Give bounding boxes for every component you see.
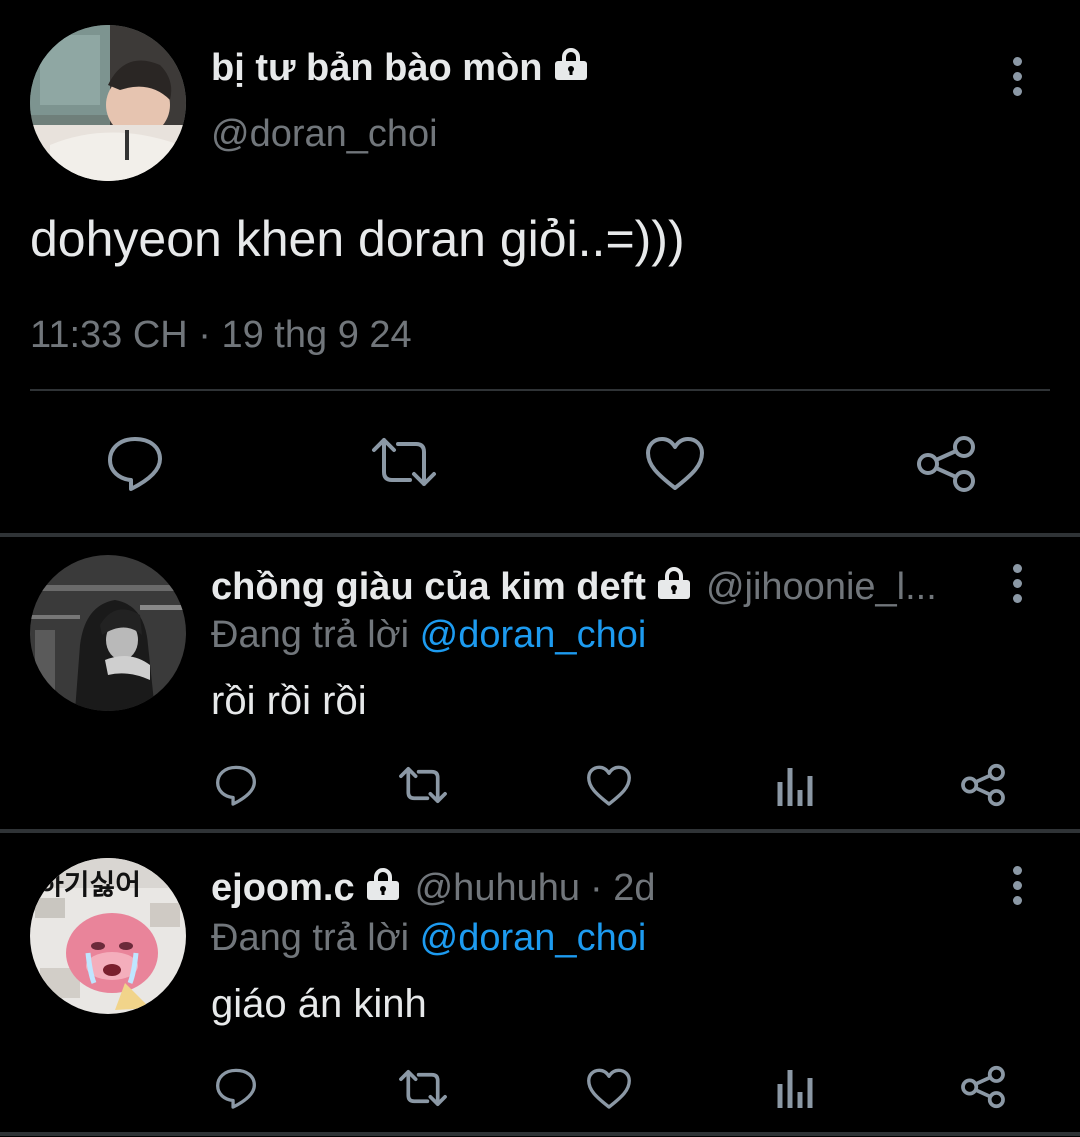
mention-link[interactable]: @doran_choi [420, 614, 647, 656]
avatar[interactable] [30, 25, 186, 181]
display-name-text[interactable]: chồng giàu của kim deft [211, 566, 646, 608]
retweet-icon[interactable] [370, 436, 438, 488]
display-name[interactable]: chồng giàu của kim deft @jihoonie_l... [211, 565, 937, 609]
like-icon[interactable] [586, 1068, 632, 1110]
replying-prefix: Đang trả lời [211, 917, 410, 959]
time-ago[interactable]: · 2d [590, 867, 655, 909]
share-icon[interactable] [960, 1065, 1006, 1109]
views-icon[interactable] [776, 764, 816, 806]
timestamp[interactable]: 11:33 CH · 19 thg 9 24 [30, 313, 412, 357]
mention-link[interactable]: @doran_choi [420, 917, 647, 959]
reply-icon[interactable] [214, 763, 258, 807]
like-icon[interactable] [586, 765, 632, 807]
tweet-text: dohyeon khen doran giỏi..=))) [30, 211, 685, 267]
tweet-text: giáo án kinh [211, 982, 427, 1026]
lock-icon [363, 868, 403, 900]
lock-icon [551, 48, 591, 80]
section-divider [0, 1132, 1080, 1136]
avatar-text: 하기싫어 [38, 868, 142, 901]
retweet-icon[interactable] [398, 1068, 448, 1108]
replying-to: Đang trả lời @doran_choi [211, 916, 646, 960]
replying-prefix: Đang trả lời [211, 614, 410, 656]
display-name[interactable]: ejoom.c @huhuhu · 2d [211, 866, 655, 910]
like-icon[interactable] [645, 436, 705, 492]
section-divider [0, 533, 1080, 537]
reply-icon[interactable] [214, 1066, 258, 1110]
avatar[interactable]: 하기싫어 [30, 858, 186, 1014]
handle[interactable]: @huhuhu [415, 867, 580, 909]
reply-icon[interactable] [105, 434, 165, 492]
handle[interactable]: @jihoonie_l... [706, 566, 937, 608]
share-icon[interactable] [915, 435, 977, 493]
retweet-icon[interactable] [398, 765, 448, 805]
more-options-icon[interactable] [1009, 564, 1025, 609]
replying-to: Đang trả lời @doran_choi [211, 613, 646, 657]
display-name-text[interactable]: bị tư bản bào mòn [211, 47, 543, 89]
views-icon[interactable] [776, 1066, 816, 1108]
more-options-icon[interactable] [1009, 866, 1025, 911]
handle[interactable]: @doran_choi [211, 112, 438, 156]
display-name-text[interactable]: ejoom.c [211, 867, 355, 909]
divider [30, 389, 1050, 391]
display-name[interactable]: bị tư bản bào mòn [211, 46, 591, 90]
lock-icon [654, 567, 694, 599]
section-divider [0, 829, 1080, 833]
tweet-text: rồi rồi rồi [211, 679, 367, 723]
share-icon[interactable] [960, 763, 1006, 807]
avatar[interactable] [30, 555, 186, 711]
more-options-icon[interactable] [1009, 57, 1025, 102]
